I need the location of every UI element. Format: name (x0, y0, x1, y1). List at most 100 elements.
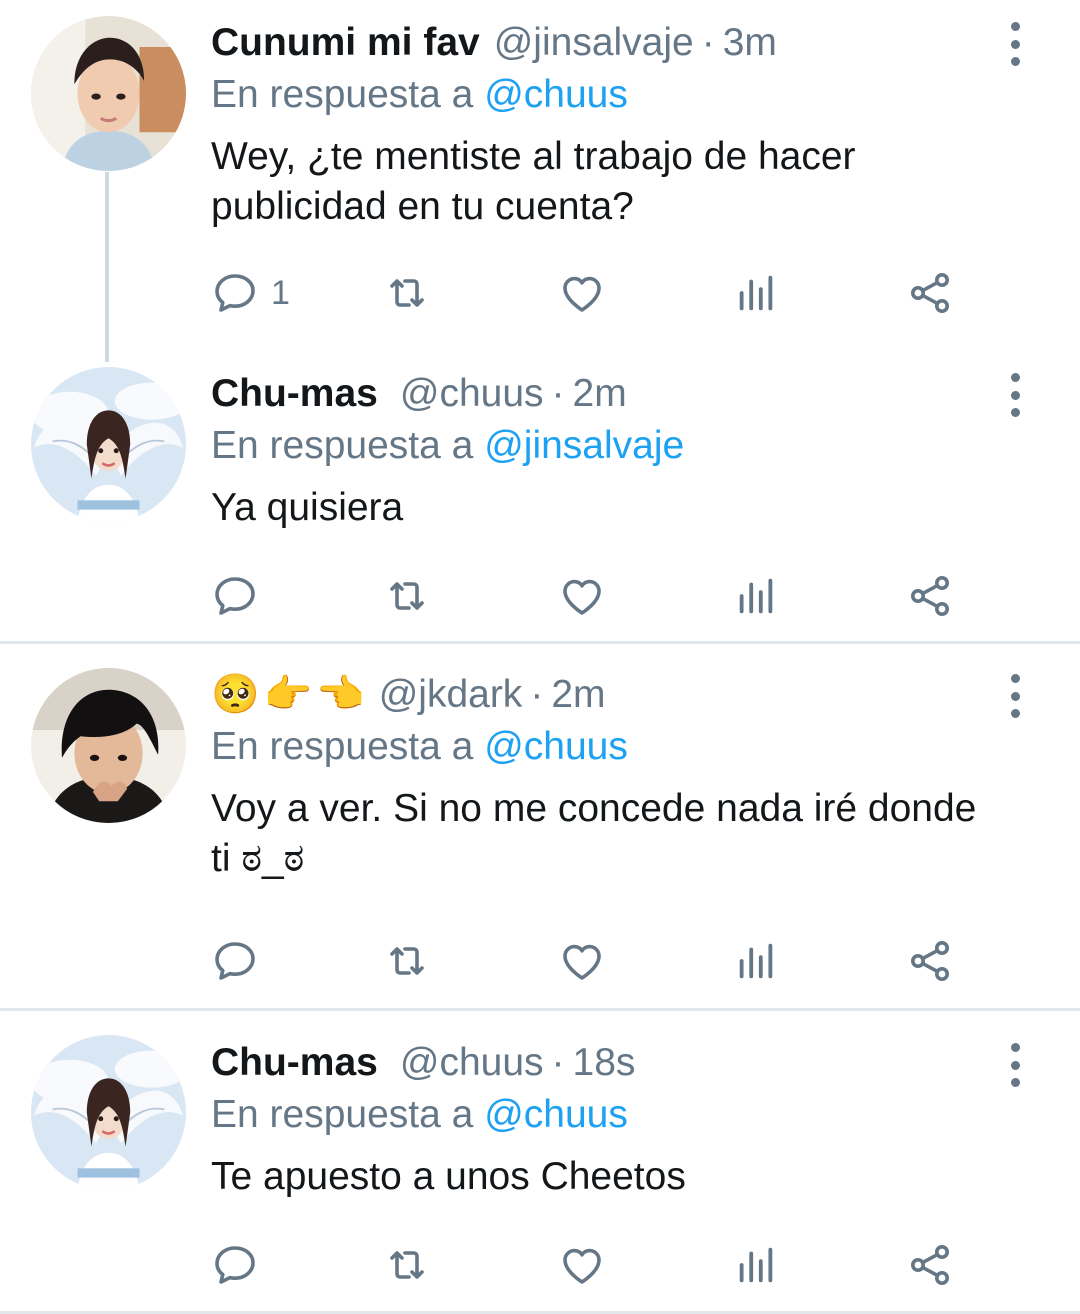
reply-icon (211, 937, 259, 985)
reply-context: En respuesta a @jinsalvaje (211, 421, 1000, 471)
reply-mention-link[interactable]: @jinsalvaje (484, 424, 684, 467)
timestamp[interactable]: 2m (573, 371, 627, 417)
user-handle[interactable]: @jkdark (379, 672, 523, 718)
display-name[interactable]: Chu-mas (211, 371, 378, 417)
retweet-icon (381, 1241, 433, 1289)
avatar-photo (31, 668, 186, 823)
reply-mention-link[interactable]: @chuus (484, 1093, 628, 1136)
display-name[interactable]: Cunumi mi fav (211, 20, 480, 66)
heart-icon (557, 572, 607, 620)
share-icon (906, 572, 954, 620)
tweet-actions: 1 (211, 268, 971, 318)
pleading-face-emoji: 🥺 (211, 673, 260, 716)
reply-button[interactable] (211, 1240, 271, 1290)
analytics-icon (733, 937, 779, 985)
retweet-button[interactable] (381, 571, 433, 621)
analytics-icon (733, 1241, 779, 1289)
pointing-left-emoji: 👈 (316, 673, 365, 716)
share-button[interactable] (906, 1240, 954, 1290)
retweet-icon (381, 937, 433, 985)
retweet-button[interactable] (381, 268, 433, 318)
more-vertical-icon[interactable] (1000, 674, 1030, 718)
display-name[interactable]: Chu-mas (211, 1040, 378, 1086)
retweet-icon (381, 572, 433, 620)
timestamp[interactable]: 18s (573, 1040, 636, 1086)
avatar-photo (31, 367, 186, 522)
display-name-emojis[interactable]: 🥺 👉 👈 (211, 672, 365, 718)
retweet-button[interactable] (381, 1240, 433, 1290)
tweet-header: 🥺 👉 👈 @jkdark · 2m (211, 672, 1000, 718)
reply-count: 1 (271, 273, 290, 312)
tweet-text: Te apuesto a unos Cheetos (211, 1155, 686, 1198)
reply-prefix: En respuesta a (211, 73, 474, 116)
tweet-1[interactable]: Cunumi mi fav @jinsalvaje · 3m En respue… (0, 0, 1080, 355)
heart-icon (557, 1241, 607, 1289)
tweet-text: Voy a ver. Si no me concede nada iré don… (211, 787, 977, 880)
reply-prefix: En respuesta a (211, 725, 474, 768)
retweet-icon (381, 269, 433, 317)
like-button[interactable] (557, 936, 607, 986)
tweet-text: Wey, ¿te mentiste al trabajo de hacer pu… (211, 135, 856, 228)
reply-button[interactable]: 1 (211, 268, 290, 318)
tweet-actions (211, 1240, 971, 1290)
reply-icon (211, 269, 259, 317)
pointing-right-emoji: 👉 (263, 673, 313, 716)
like-button[interactable] (557, 571, 607, 621)
tweet-actions (211, 936, 971, 986)
reply-context: En respuesta a @chuus (211, 70, 1000, 120)
tweet-2[interactable]: Chu-mas @chuus · 2m En respuesta a @jins… (0, 355, 1080, 642)
reply-mention-link[interactable]: @chuus (484, 73, 628, 116)
user-handle[interactable]: @chuus (400, 1040, 544, 1086)
avatar[interactable] (31, 1035, 186, 1190)
heart-icon (557, 269, 607, 317)
avatar[interactable] (31, 367, 186, 522)
separator-dot: · (551, 372, 565, 415)
analytics-button[interactable] (733, 268, 779, 318)
user-handle[interactable]: @jinsalvaje (494, 20, 694, 66)
avatar-photo (31, 1035, 186, 1190)
retweet-button[interactable] (381, 936, 433, 986)
analytics-button[interactable] (733, 1240, 779, 1290)
analytics-button[interactable] (733, 571, 779, 621)
tweet-4[interactable]: Chu-mas @chuus · 18s En respuesta a @chu… (0, 1011, 1080, 1314)
avatar-photo (31, 16, 186, 171)
share-icon (906, 1241, 954, 1289)
tweet-actions (211, 571, 971, 621)
share-icon (906, 269, 954, 317)
heart-icon (557, 937, 607, 985)
avatar[interactable] (31, 16, 186, 171)
tweet-header: Chu-mas @chuus · 2m (211, 371, 1000, 417)
separator-dot: · (701, 21, 715, 64)
reply-context: En respuesta a @chuus (211, 1090, 1000, 1140)
tweet-header: Chu-mas @chuus · 18s (211, 1040, 1000, 1086)
avatar[interactable] (31, 668, 186, 823)
reply-button[interactable] (211, 571, 271, 621)
timestamp[interactable]: 3m (723, 20, 777, 66)
separator-dot: · (530, 673, 544, 716)
more-vertical-icon[interactable] (1000, 1043, 1030, 1087)
like-button[interactable] (557, 268, 607, 318)
timestamp[interactable]: 2m (551, 672, 605, 718)
tweet-3[interactable]: 🥺 👉 👈 @jkdark · 2m En respuesta a @chuus… (0, 644, 1080, 1008)
reply-prefix: En respuesta a (211, 424, 474, 467)
reply-icon (211, 1241, 259, 1289)
reply-prefix: En respuesta a (211, 1093, 474, 1136)
tweet-text: Ya quisiera (211, 486, 404, 529)
share-icon (906, 937, 954, 985)
reply-icon (211, 572, 259, 620)
user-handle[interactable]: @chuus (400, 371, 544, 417)
analytics-button[interactable] (733, 936, 779, 986)
reply-context: En respuesta a @chuus (211, 722, 1000, 772)
analytics-icon (733, 269, 779, 317)
more-vertical-icon[interactable] (1000, 373, 1030, 417)
analytics-icon (733, 572, 779, 620)
share-button[interactable] (906, 936, 954, 986)
like-button[interactable] (557, 1240, 607, 1290)
reply-mention-link[interactable]: @chuus (484, 725, 628, 768)
share-button[interactable] (906, 268, 954, 318)
share-button[interactable] (906, 571, 954, 621)
reply-button[interactable] (211, 936, 271, 986)
separator-dot: · (551, 1041, 565, 1084)
tweet-header: Cunumi mi fav @jinsalvaje · 3m (211, 20, 1000, 66)
more-vertical-icon[interactable] (1000, 22, 1030, 66)
